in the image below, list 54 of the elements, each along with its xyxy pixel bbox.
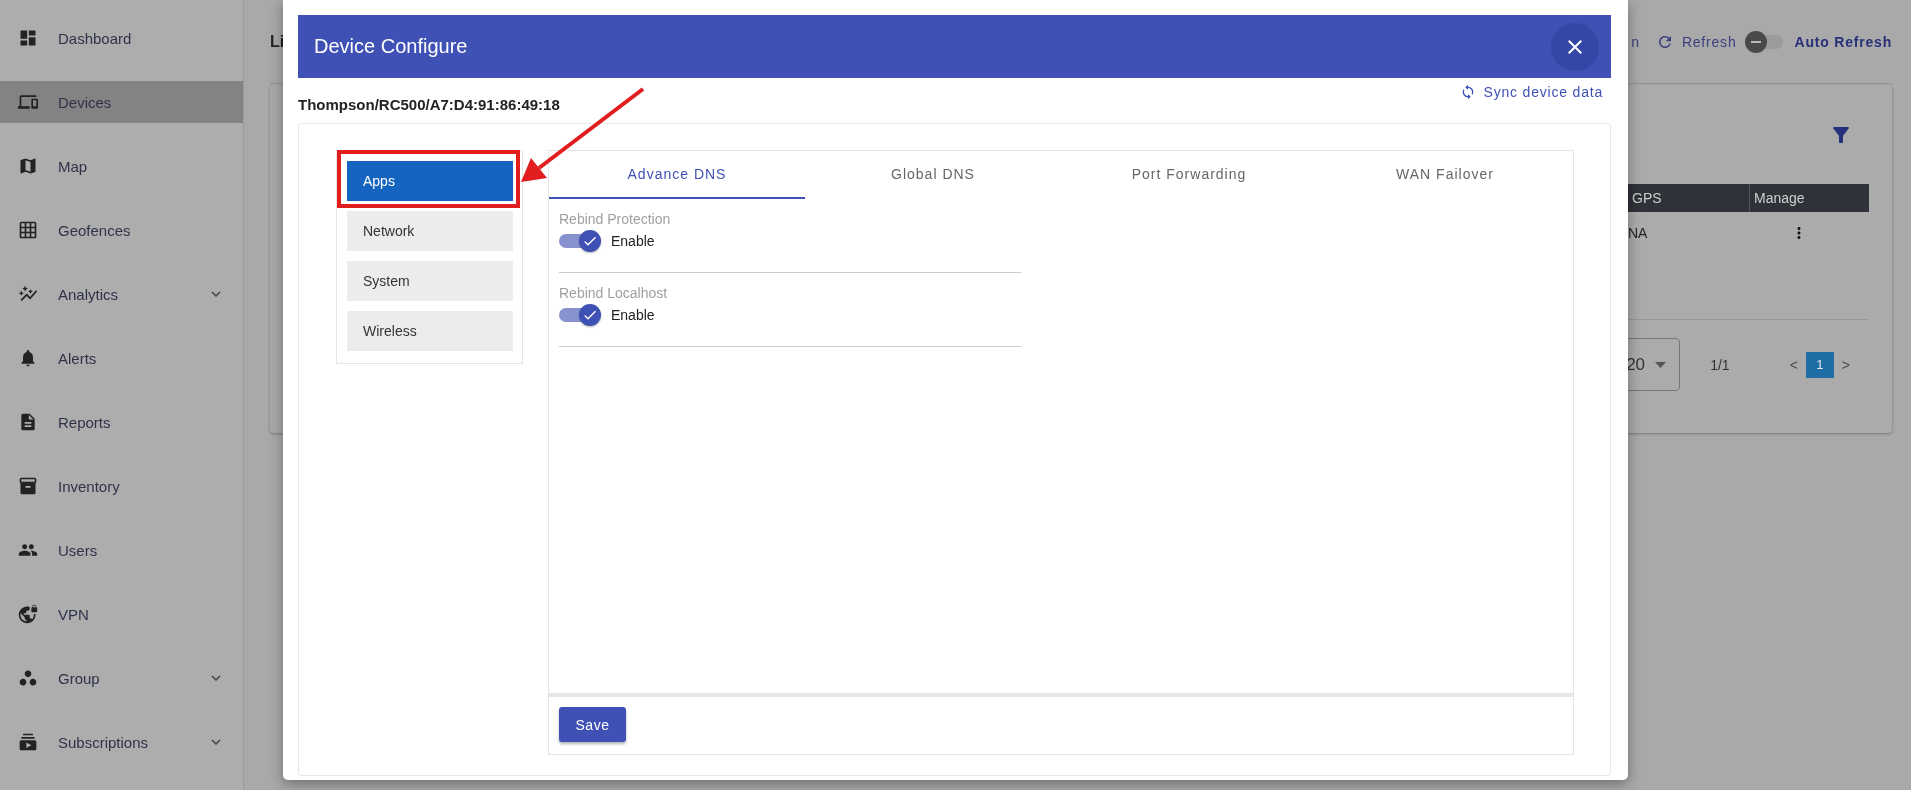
sidebar-item[interactable]: Analytics xyxy=(0,273,243,315)
document-icon xyxy=(18,412,38,432)
column-header: GPS xyxy=(1628,184,1749,212)
auto-refresh-label: Auto Refresh xyxy=(1794,33,1892,50)
toggle-label: Enable xyxy=(611,233,655,249)
chart-icon xyxy=(18,284,38,304)
devices-icon xyxy=(18,92,38,112)
next-page[interactable]: > xyxy=(1841,356,1850,373)
dropdown-icon xyxy=(1655,361,1667,368)
sidebar-item[interactable]: Alerts xyxy=(0,337,243,379)
sidebar-item[interactable]: Geofences xyxy=(0,209,243,251)
device-path: Thompson/RC500/A7:D4:91:86:49:18 xyxy=(298,96,560,113)
toolbar-text[interactable]: n xyxy=(1631,33,1640,50)
category-item[interactable]: Apps xyxy=(347,161,513,201)
toggle-switch[interactable] xyxy=(559,229,601,253)
sidebar-item[interactable]: Reports xyxy=(0,401,243,443)
archive-icon xyxy=(18,476,38,496)
page-button[interactable]: 1 xyxy=(1805,351,1834,378)
close-button[interactable] xyxy=(1551,22,1599,71)
table-cell-text: NA xyxy=(1628,224,1649,243)
sidebar-item[interactable]: Dashboard xyxy=(0,17,243,59)
setting-label: Rebind Localhost xyxy=(559,285,669,301)
tab[interactable]: Global DNS xyxy=(805,151,1061,199)
toggle-label: Enable xyxy=(611,307,655,323)
toggle-switch[interactable] xyxy=(559,303,601,327)
page-title: Li xyxy=(270,32,285,51)
tab[interactable]: Port Forwarding xyxy=(1061,151,1317,199)
sidebar-item[interactable]: Group xyxy=(0,657,243,699)
category-item[interactable]: Wireless xyxy=(347,311,513,351)
tab[interactable]: Advance DNS xyxy=(549,151,805,199)
sidebar-item[interactable]: Subscriptions xyxy=(0,721,243,763)
setting-label: Rebind Protection xyxy=(559,211,672,227)
bell-icon xyxy=(18,348,38,368)
tab[interactable]: WAN Failover xyxy=(1317,151,1573,199)
map-icon xyxy=(18,156,38,176)
circles-icon xyxy=(18,668,38,688)
sidebar-item[interactable]: VPN xyxy=(0,593,243,635)
sync-link[interactable]: Sync device data xyxy=(1459,84,1603,100)
dashboard-icon xyxy=(18,28,38,48)
category-item[interactable]: Network xyxy=(347,211,513,251)
grid-icon xyxy=(18,220,38,240)
dialog-title: Device Configure xyxy=(314,35,468,58)
sidebar-item[interactable]: Devices xyxy=(0,81,243,123)
cards-icon xyxy=(18,732,38,752)
category-item[interactable]: System xyxy=(347,261,513,301)
sidebar-item[interactable]: Users xyxy=(0,529,243,571)
refresh-link[interactable]: Refresh xyxy=(1681,33,1737,50)
sidebar-item[interactable]: Map xyxy=(0,145,243,187)
globe-lock-icon xyxy=(18,604,38,624)
save-button[interactable]: Save xyxy=(559,707,626,742)
column-header: Manage xyxy=(1749,184,1869,212)
sidebar-item[interactable]: Inventory xyxy=(0,465,243,507)
previous-page[interactable]: < xyxy=(1789,356,1798,373)
page-count: 1/1 xyxy=(1710,356,1730,373)
